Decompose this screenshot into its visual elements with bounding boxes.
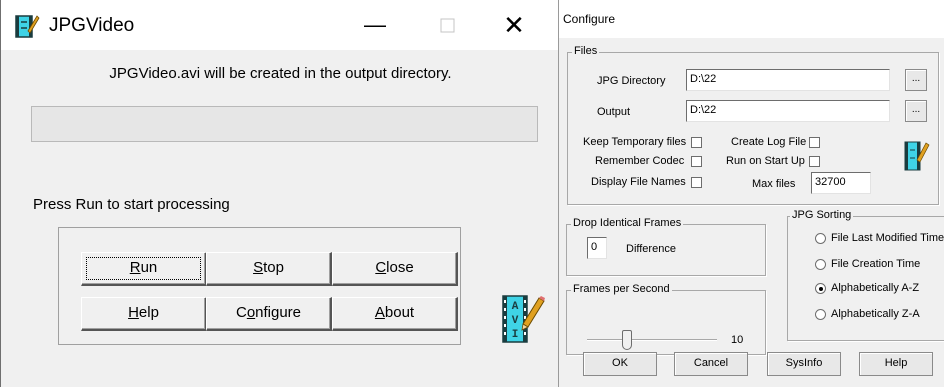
create-log-label: Create Log File xyxy=(731,136,807,148)
jpg-directory-field[interactable]: D:\22 xyxy=(686,69,890,91)
run-on-startup-checkbox[interactable] xyxy=(809,156,820,167)
configure-label-end: nfigure xyxy=(255,304,302,321)
remember-codec-label: Remember Codec xyxy=(595,155,685,167)
progress-bar xyxy=(31,106,538,142)
display-file-names-checkbox[interactable] xyxy=(691,177,702,188)
sort-alpha-az-radio[interactable] xyxy=(815,283,826,294)
sort-alpha-za-radio[interactable] xyxy=(815,309,826,320)
sysinfo-button[interactable]: SysInfo xyxy=(767,352,841,376)
window-title: Configure xyxy=(563,12,616,26)
jpg-directory-browse-button[interactable]: ... xyxy=(905,69,927,91)
run-on-startup-label: Run on Start Up xyxy=(726,155,805,167)
configure-accelerator: o xyxy=(246,304,256,321)
sort-creation-time-radio[interactable] xyxy=(815,259,826,270)
jpg-directory-label: JPG Directory xyxy=(597,75,666,87)
focus-rectangle xyxy=(86,257,201,280)
logo-letter-a: A xyxy=(512,301,519,313)
about-accelerator: A xyxy=(374,304,385,321)
output-label: Output xyxy=(597,106,631,118)
ok-button[interactable]: OK xyxy=(583,352,657,376)
maximize-button[interactable] xyxy=(428,15,466,43)
configure-window: Configure Files JPG Directory D:\22 ... … xyxy=(559,0,944,387)
cancel-button[interactable]: Cancel xyxy=(674,352,748,376)
close-window-button[interactable]: ✕ xyxy=(495,11,533,39)
app-icon xyxy=(15,15,40,38)
minimize-icon: — xyxy=(364,12,386,37)
sort-alpha-az-label[interactable]: Alphabetically A-Z xyxy=(831,282,919,294)
about-label: bout xyxy=(384,304,415,321)
close-icon: ✕ xyxy=(503,10,525,40)
output-message: JPGVideo.avi will be created in the outp… xyxy=(109,65,452,82)
output-field[interactable]: D:\22 xyxy=(686,100,890,122)
keep-temp-label: Keep Temporary files xyxy=(583,136,687,148)
title-bar[interactable]: JPGVideo — ✕ xyxy=(1,0,558,50)
help-button[interactable]: Help xyxy=(81,297,207,331)
create-log-checkbox[interactable] xyxy=(809,137,820,148)
max-files-label: Max files xyxy=(752,178,796,190)
fps-slider-track[interactable] xyxy=(587,339,717,341)
configure-label-start: C xyxy=(235,304,247,321)
stop-button[interactable]: Stop xyxy=(206,252,332,286)
close-button[interactable]: Close xyxy=(332,252,458,286)
output-browse-button[interactable]: ... xyxy=(905,100,927,122)
sort-alpha-za-label[interactable]: Alphabetically Z-A xyxy=(831,308,920,320)
avi-logo-icon: A V I xyxy=(502,295,545,343)
difference-label: Difference xyxy=(626,243,676,255)
keep-temp-checkbox[interactable] xyxy=(691,137,702,148)
help-accelerator: H xyxy=(128,304,139,321)
sort-creation-time-label[interactable]: File Creation Time xyxy=(831,258,920,270)
remember-codec-checkbox[interactable] xyxy=(691,156,702,167)
close-label: lose xyxy=(386,259,414,276)
minimize-button[interactable]: — xyxy=(356,11,394,39)
help-label: elp xyxy=(138,304,159,321)
jpgvideo-window: JPGVideo — ✕ JPGVideo.avi will be create… xyxy=(0,0,559,387)
jpg-sorting-legend: JPG Sorting xyxy=(790,209,854,221)
stop-accelerator: S xyxy=(253,259,264,276)
configure-button[interactable]: Configure xyxy=(206,297,332,331)
title-bar[interactable]: Configure xyxy=(559,0,944,38)
stop-label: top xyxy=(263,259,284,276)
max-files-field[interactable]: 32700 xyxy=(811,172,871,194)
logo-letter-i: I xyxy=(512,329,519,341)
logo-letter-v: V xyxy=(512,315,519,327)
avi-logo-icon xyxy=(904,141,930,171)
drop-frames-legend: Drop Identical Frames xyxy=(571,217,684,229)
display-file-names-label: Display File Names xyxy=(591,176,686,188)
maximize-icon xyxy=(440,18,455,33)
sort-last-modified-radio[interactable] xyxy=(815,233,826,244)
fps-legend: Frames per Second xyxy=(571,283,672,295)
difference-field[interactable]: 0 xyxy=(587,237,607,259)
about-button[interactable]: About xyxy=(332,297,458,331)
fps-slider-thumb[interactable] xyxy=(622,330,632,350)
status-prompt: Press Run to start processing xyxy=(33,196,230,213)
sort-last-modified-label[interactable]: File Last Modified Time xyxy=(831,232,944,244)
fps-value: 10 xyxy=(731,334,744,346)
window-title: JPGVideo xyxy=(49,15,135,36)
files-legend: Files xyxy=(572,45,600,57)
run-button[interactable]: Run xyxy=(81,252,207,286)
close-accelerator: C xyxy=(375,259,387,276)
help-button[interactable]: Help xyxy=(859,352,933,376)
